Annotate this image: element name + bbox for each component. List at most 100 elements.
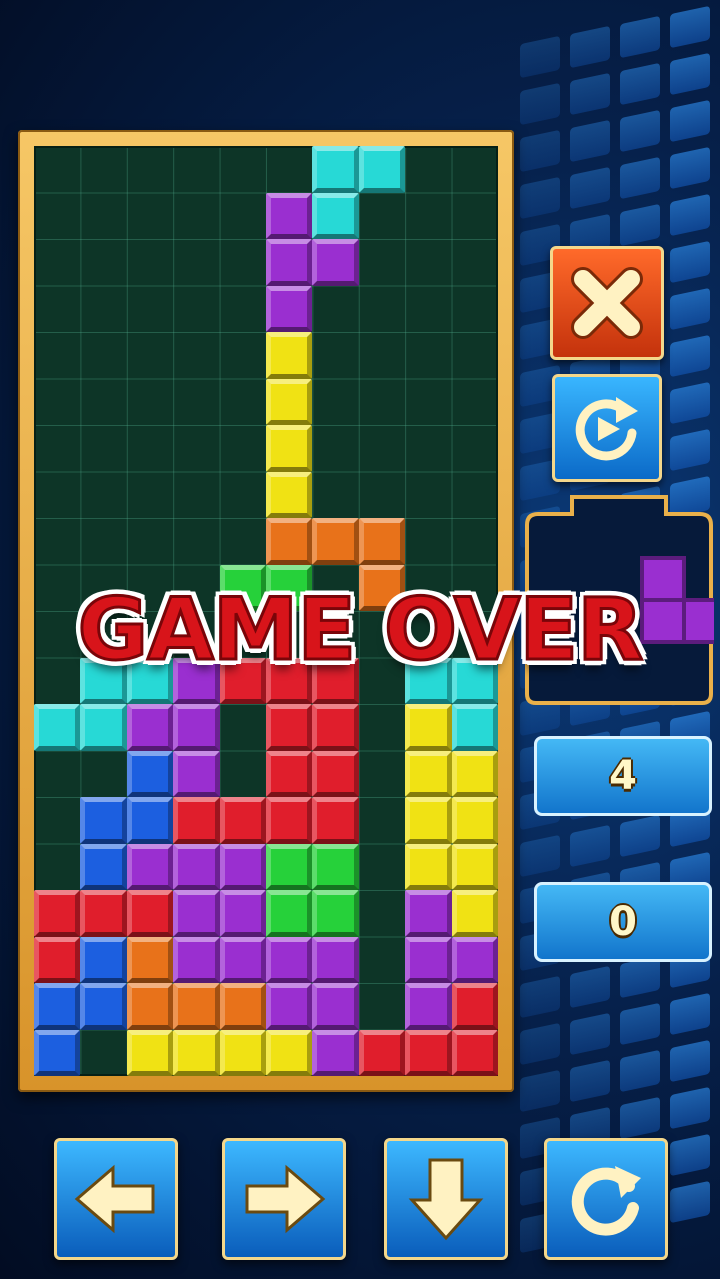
background-tile [520, 1022, 560, 1066]
background-tile [670, 992, 710, 1036]
block-purple [173, 704, 220, 751]
background-tile [570, 25, 610, 69]
background-tile [670, 287, 710, 331]
block-purple [405, 890, 452, 937]
block-purple [219, 843, 266, 890]
background-tile [670, 1133, 710, 1177]
background-tile [570, 965, 610, 1009]
block-green [312, 843, 359, 890]
block-blue [34, 983, 81, 1030]
block-purple [266, 239, 313, 286]
block-purple [173, 936, 220, 983]
block-red [312, 704, 359, 751]
block-orange [358, 518, 406, 565]
block-purple [312, 239, 359, 286]
background-tile [670, 1086, 710, 1130]
block-cyan [312, 192, 359, 239]
score-value: 0 [609, 899, 637, 945]
block-yellow [266, 425, 313, 472]
background-tile [520, 975, 560, 1019]
block-yellow [405, 843, 452, 890]
block-yellow [266, 471, 313, 518]
block-purple [312, 983, 359, 1030]
block-green [312, 890, 359, 937]
background-tile [620, 955, 660, 999]
block-purple [266, 192, 313, 239]
background-tile [670, 334, 710, 378]
background-tile [670, 193, 710, 237]
block-blue [126, 750, 174, 797]
block-purple [219, 890, 266, 937]
game-over-banner: GAME OVER [76, 579, 645, 682]
block-cyan [80, 704, 127, 751]
background-tile [620, 109, 660, 153]
block-red [312, 797, 359, 844]
block-yellow [173, 1029, 220, 1076]
background-tile [620, 814, 660, 858]
background-tile [520, 129, 560, 173]
close-icon [571, 267, 643, 339]
block-yellow [405, 704, 452, 751]
block-purple [451, 936, 498, 983]
background-tile [670, 1039, 710, 1083]
rotate-button[interactable] [544, 1138, 668, 1260]
block-purple [312, 1029, 359, 1076]
block-purple [126, 843, 174, 890]
move-right-button[interactable] [222, 1138, 346, 1260]
block-red [266, 704, 313, 751]
lines-counter: 4 [534, 736, 712, 816]
block-yellow [266, 378, 313, 425]
block-cyan [358, 146, 406, 193]
block-red [266, 797, 313, 844]
background-tile [620, 62, 660, 106]
block-red [451, 983, 498, 1030]
block-cyan [451, 704, 498, 751]
background-tile [520, 35, 560, 79]
background-tile [670, 5, 710, 49]
block-red [34, 936, 81, 983]
block-purple [173, 750, 220, 797]
background-tile [620, 1002, 660, 1046]
background-tile [570, 824, 610, 868]
block-red [266, 750, 313, 797]
block-blue [80, 843, 127, 890]
block-yellow [451, 843, 498, 890]
background-tile [570, 72, 610, 116]
close-button[interactable] [550, 246, 664, 360]
block-red [173, 797, 220, 844]
block-orange [312, 518, 359, 565]
background-tile [570, 119, 610, 163]
block-yellow [126, 1029, 174, 1076]
background-tile [670, 381, 710, 425]
background-tile [520, 1069, 560, 1113]
block-green [266, 890, 313, 937]
block-yellow [266, 1029, 313, 1076]
block-orange [173, 983, 220, 1030]
block-yellow [266, 332, 313, 379]
background-tile [620, 1096, 660, 1140]
block-yellow [451, 750, 498, 797]
block-red [126, 890, 174, 937]
background-tile [570, 1012, 610, 1056]
block-purple [219, 936, 266, 983]
block-yellow [405, 750, 452, 797]
lines-value: 4 [609, 753, 637, 799]
block-green [266, 843, 313, 890]
background-tile [570, 166, 610, 210]
block-purple [405, 983, 452, 1030]
background-tile [670, 99, 710, 143]
block-purple [266, 285, 313, 332]
block-purple [266, 983, 313, 1030]
score-counter: 0 [534, 882, 712, 962]
background-tile [520, 176, 560, 220]
block-blue [126, 797, 174, 844]
block-blue [34, 1029, 81, 1076]
block-red [312, 750, 359, 797]
background-tile [520, 82, 560, 126]
background-tile [570, 1059, 610, 1103]
drop-down-button[interactable] [384, 1138, 508, 1260]
block-yellow [219, 1029, 266, 1076]
move-left-button[interactable] [54, 1138, 178, 1260]
background-tile [670, 240, 710, 284]
restart-button[interactable] [552, 374, 662, 482]
